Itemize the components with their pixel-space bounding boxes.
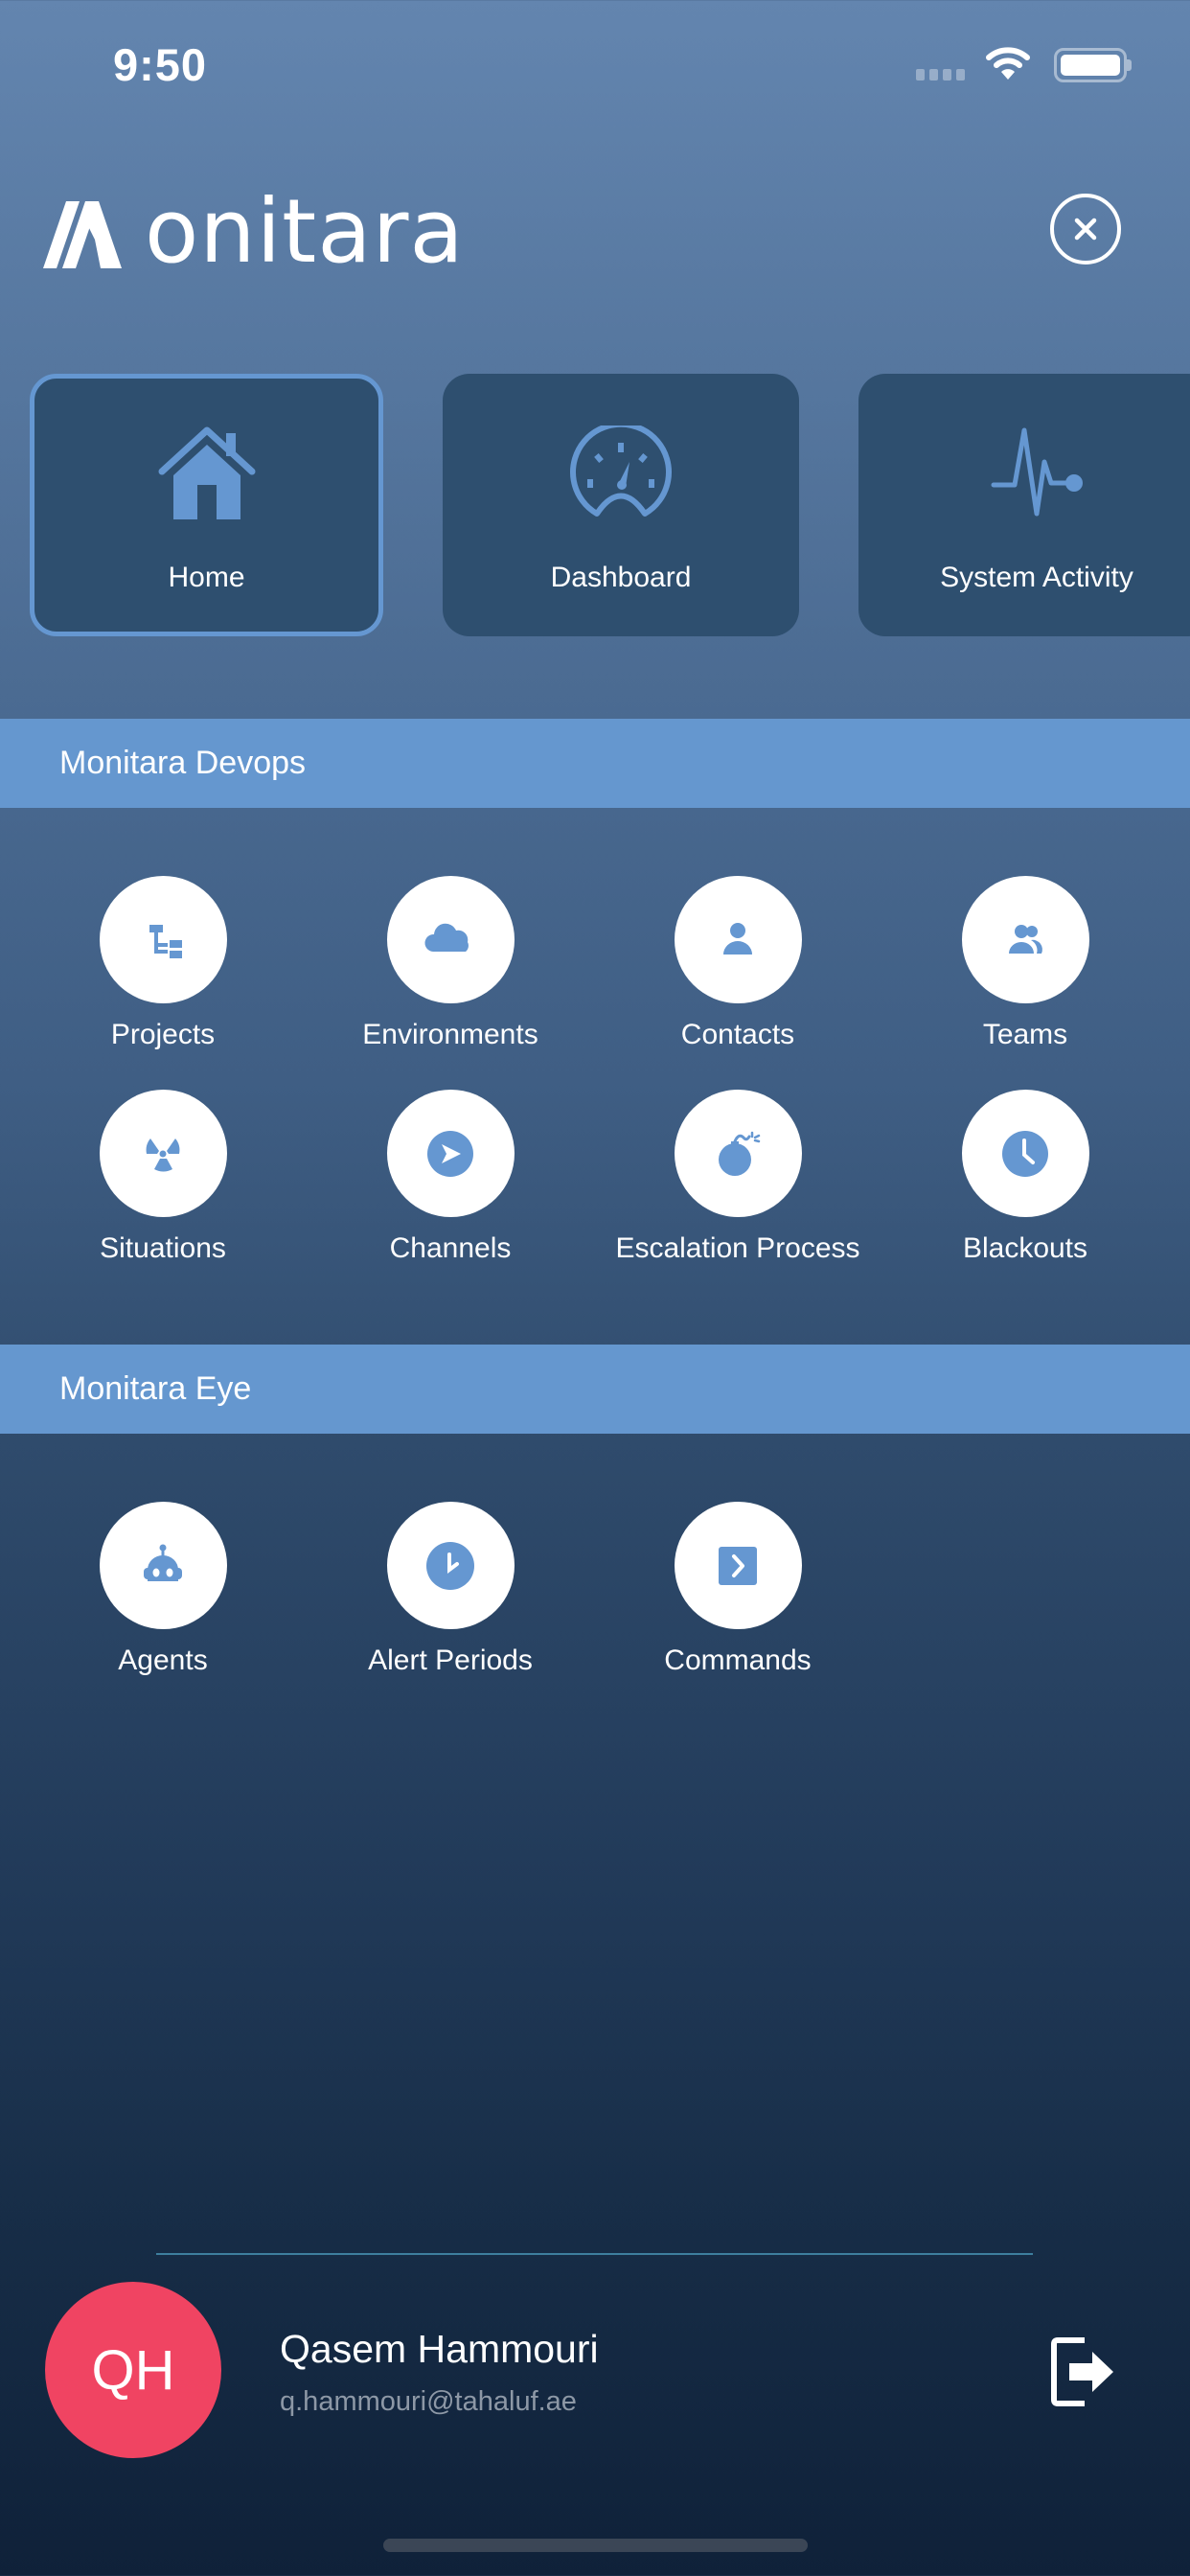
blackouts-icon-circle (961, 1090, 1089, 1217)
user-name: Qasem Hammouri (280, 2327, 599, 2371)
tile-dashboard-label: Dashboard (550, 562, 692, 593)
section-header-devops: Monitara Devops (0, 719, 1190, 808)
close-button[interactable] (1050, 194, 1121, 264)
logo-text: onitara (145, 180, 465, 283)
menu-item-label: Alert Periods (368, 1644, 533, 1676)
cloud-icon (424, 923, 469, 952)
radiation-icon (146, 1138, 180, 1172)
menu-item-commands[interactable]: Commands (594, 1502, 881, 1677)
tile-system-activity-label: System Activity (940, 562, 1133, 593)
menu-item-agents[interactable]: Agents (19, 1502, 307, 1677)
status-time: 9:50 (113, 39, 208, 90)
battery-cap (1127, 59, 1132, 71)
menu-item-label: Commands (664, 1644, 812, 1676)
heartbeat-icon (991, 427, 1083, 517)
tile-home-label: Home (168, 562, 245, 593)
quick-nav-tiles: Home Dashboard System Activity (30, 374, 1190, 636)
environments-icon-circle (386, 876, 515, 1003)
clock-icon (426, 1541, 474, 1590)
tile-system-activity[interactable]: System Activity (858, 374, 1190, 636)
cellular-signal-icon (916, 69, 965, 80)
projects-icon-circle (99, 876, 227, 1003)
users-icon (1009, 924, 1042, 954)
menu-item-channels[interactable]: Channels (307, 1090, 594, 1265)
situations-icon-circle (99, 1090, 227, 1217)
menu-item-situations[interactable]: Situations (19, 1090, 307, 1265)
menu-item-label: Agents (118, 1644, 208, 1676)
menu-item-contacts[interactable]: Contacts (594, 876, 881, 1051)
logout-icon[interactable] (1050, 2334, 1121, 2409)
menu-item-escalation-process[interactable]: Escalation Process (594, 1090, 881, 1265)
wifi-icon (986, 47, 1030, 80)
teams-icon-circle (961, 876, 1089, 1003)
menu-item-label: Situations (100, 1232, 226, 1264)
send-circle-icon (427, 1130, 473, 1177)
menu-item-label: Projects (110, 1019, 216, 1050)
contacts-icon-circle (674, 876, 802, 1003)
app-logo: onitara (43, 180, 465, 283)
robot-icon (144, 1544, 182, 1581)
user-email: q.hammouri@tahaluf.ae (280, 2386, 577, 2417)
menu-item-blackouts[interactable]: Blackouts (881, 1090, 1169, 1265)
home-indicator (383, 2539, 808, 2552)
footer-divider (156, 2253, 1033, 2255)
user-icon (723, 922, 752, 954)
alert-periods-icon-circle (386, 1502, 515, 1629)
speedometer-icon (570, 426, 672, 517)
close-icon (1074, 218, 1097, 241)
channels-icon-circle (386, 1090, 515, 1217)
clock-icon (1002, 1130, 1048, 1177)
logo-m-mark-icon (43, 201, 122, 268)
user-avatar[interactable]: QH (45, 2282, 221, 2458)
menu-item-alert-periods[interactable]: Alert Periods (307, 1502, 594, 1677)
menu-item-label: Environments (362, 1019, 538, 1050)
menu-item-teams[interactable]: Teams (881, 876, 1169, 1051)
commands-icon-circle (674, 1502, 802, 1629)
section-header-eye: Monitara Eye (0, 1345, 1190, 1434)
menu-item-environments[interactable]: Environments (307, 876, 594, 1051)
agents-icon-circle (99, 1502, 227, 1629)
menu-item-label: Contacts (680, 1019, 795, 1050)
tile-home[interactable]: Home (30, 374, 383, 636)
sitemap-icon (149, 924, 182, 958)
menu-item-label: Blackouts (962, 1232, 1088, 1264)
escalation-process-icon-circle (674, 1090, 802, 1217)
menu-item-label: Channels (389, 1232, 512, 1264)
battery-icon (1054, 48, 1127, 82)
tile-dashboard[interactable]: Dashboard (443, 374, 799, 636)
terminal-chevron-icon (719, 1546, 757, 1585)
home-icon (158, 426, 255, 519)
menu-item-label: Escalation Process (615, 1232, 860, 1264)
menu-item-label: Teams (982, 1019, 1068, 1050)
menu-item-projects[interactable]: Projects (19, 876, 307, 1051)
bomb-icon (719, 1131, 761, 1176)
